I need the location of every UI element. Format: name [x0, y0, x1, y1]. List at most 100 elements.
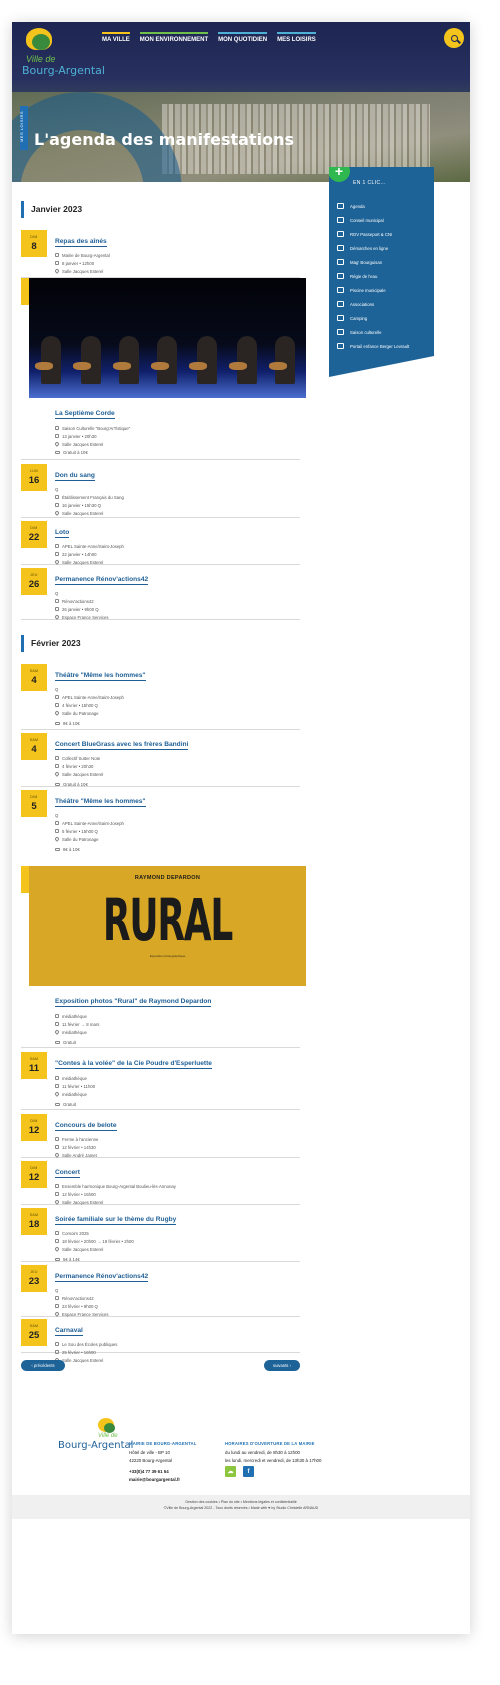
event-place: Salle Jacques Esterel: [54, 509, 300, 517]
event-title-link[interactable]: Permanence Rénov'actions42: [55, 576, 149, 585]
event-title-link[interactable]: Concert: [55, 1169, 80, 1178]
event-title-link[interactable]: Carnaval: [55, 1327, 83, 1336]
event-price: Gratuit: [55, 1038, 300, 1046]
guitar-figure: [73, 362, 91, 370]
nav-ma-ville[interactable]: MA VILLE: [102, 32, 130, 43]
calendar-icon: [55, 1304, 59, 1308]
quick-item-agenda[interactable]: Agenda: [337, 199, 409, 213]
footer-phone[interactable]: +33(0)4 77 39 61 54: [129, 1468, 197, 1477]
event-title-link[interactable]: Exposition photos "Rural" de Raymond Dep…: [55, 998, 212, 1007]
event-title-link[interactable]: Concours de belote: [55, 1122, 117, 1131]
footer-logo[interactable]: Ville de Bourg-Argental: [58, 1418, 133, 1468]
date-badge: SAM 25: [21, 1319, 47, 1346]
event-line-extra: Q: [55, 485, 300, 493]
event-place: Salle Jacques Esterel: [54, 267, 300, 275]
event-body: Concert Ensemble harmonique Bourg-Argent…: [54, 1161, 300, 1206]
month-label: Janvier 2023: [31, 204, 83, 214]
quick-item-demarches[interactable]: Démarches en ligne: [337, 241, 409, 255]
search-button[interactable]: [444, 28, 464, 48]
quick-access-list: Agenda Conseil municipal RDV Passeport &…: [337, 199, 409, 353]
nav-mon-quotidien[interactable]: MON QUOTIDIEN: [218, 32, 268, 43]
event-title-link[interactable]: Permanence Rénov'actions42: [55, 1273, 149, 1282]
quick-item-saison[interactable]: Saison culturelle: [337, 325, 409, 339]
event-line: Salle Jacques Esterel: [62, 559, 104, 565]
footer-email[interactable]: mairie@bourgargental.fr: [129, 1476, 197, 1485]
event-card: DIM 22 Loto APEL Sainte-Anne/Saint-Joseph…: [21, 521, 300, 565]
date-badge: DIM 12: [21, 1114, 47, 1141]
event-price: Gratuit à 10€: [55, 448, 300, 456]
quick-item-label: Camping: [350, 315, 368, 321]
quick-item-camping[interactable]: Camping: [337, 311, 409, 325]
quick-item-portail[interactable]: Portail enfance Berger Levrault: [337, 339, 409, 353]
quick-item-mag[interactable]: Mag' Bourguisan: [337, 255, 409, 269]
event-line: Gratuit: [63, 1039, 76, 1045]
event-line: APEL Sainte-Anne/Saint-Joseph: [62, 820, 124, 826]
date-day: 23: [28, 1276, 40, 1287]
event-line: Salle Jacques Esterel: [62, 1357, 104, 1363]
event-title-link[interactable]: Théâtre "Même les hommes": [55, 672, 146, 681]
event-date: 5 février • 15h00 Q: [55, 827, 300, 835]
quick-item-piscine[interactable]: Piscine municipale: [337, 283, 409, 297]
event-body: Concours de belote Ferme à l'ancienne 12…: [54, 1114, 300, 1159]
pager-previous-button[interactable]: ‹ précédents: [21, 1360, 65, 1371]
tent-icon: [337, 315, 344, 321]
event-line: Saison Culturelle "Bourg'ArTistique": [62, 425, 131, 431]
person-icon: [55, 821, 59, 825]
id-card-icon: [337, 231, 344, 237]
event-title-link[interactable]: Loto: [55, 529, 70, 538]
event-price: 8€ à 10€: [55, 845, 300, 853]
quick-item-label: Piscine municipale: [350, 287, 386, 293]
date-day: 18: [28, 1219, 40, 1230]
location-icon: [54, 771, 60, 777]
date-badge: SAM 11: [21, 1052, 47, 1079]
cloud-icon[interactable]: ☁: [225, 1466, 236, 1477]
event-line: 8€ à 10€: [63, 846, 80, 852]
footer-copyright: ©Ville de Bourg-Argental 2022 - Tous dro…: [163, 1506, 319, 1510]
quick-item-conseil[interactable]: Conseil municipal: [337, 213, 409, 227]
event-title-link[interactable]: Soirée familiale sur le thème du Rugby: [55, 1216, 177, 1225]
calendar-icon: [55, 703, 59, 707]
event-line: 26 janvier • 9h00 Q: [62, 606, 99, 612]
guitar-figure: [269, 362, 287, 370]
pen-icon: [337, 245, 344, 251]
event-title-link[interactable]: Théâtre "Même les hommes": [55, 798, 146, 807]
location-icon: [54, 614, 60, 620]
location-icon: [54, 268, 60, 274]
person-icon: [55, 495, 59, 499]
event-title-link[interactable]: Repas des aînés: [55, 238, 107, 247]
location-icon: [54, 836, 60, 842]
nav-mon-environnement[interactable]: MON ENVIRONNEMENT: [139, 32, 209, 43]
month-bar: [21, 200, 24, 218]
person-icon: [55, 1137, 59, 1141]
council-icon: [337, 217, 344, 223]
nav-mes-loisirs[interactable]: MES LOISIRS: [277, 32, 316, 43]
site-logo[interactable]: Ville de Bourg-Argental: [18, 24, 110, 77]
event-place: Salle du Patronage: [54, 709, 300, 717]
quick-item-associations[interactable]: Associations: [337, 297, 409, 311]
date-badge: SAM 4: [21, 664, 47, 691]
poster-author: RAYMOND DEPARDON: [134, 875, 201, 881]
event-title-link[interactable]: Concert BlueGrass avec les frères Bandin…: [55, 741, 189, 750]
event-title-link[interactable]: La Septième Corde: [55, 410, 115, 419]
date-dow: DIM: [30, 1119, 38, 1123]
event-title-link[interactable]: "Contes à la volée" de la Cie Poudre d'E…: [55, 1060, 212, 1069]
location-icon: [54, 1091, 60, 1097]
event-title-link[interactable]: Don du sang: [55, 472, 95, 481]
facebook-icon[interactable]: f: [243, 1466, 254, 1477]
event-line: Q: [55, 686, 59, 692]
date-dow: SAM: [29, 1057, 39, 1061]
logo-leaf-icon: [104, 1423, 115, 1433]
date-dow: JEU: [30, 573, 38, 577]
musician-figure: [237, 336, 257, 384]
event-poster-rural[interactable]: RAYMOND DEPARDON RURAL Exposition photog…: [29, 866, 306, 986]
event-card: SAM 4 Concert BlueGrass avec les frères B…: [21, 733, 300, 787]
quick-item-eau[interactable]: Régie de l'eau: [337, 269, 409, 283]
ticket-icon: [55, 1040, 60, 1044]
guitar-figure: [151, 362, 169, 370]
event-photo-musicians[interactable]: [29, 278, 306, 398]
quick-item-passeport[interactable]: RDV Passeport & CNI: [337, 227, 409, 241]
footer-logo-name: Bourg-Argental: [58, 1440, 134, 1451]
event-price: Gratuit à 10€: [55, 780, 300, 788]
event-line: Rénov'actions42: [62, 598, 94, 604]
pager-next-button[interactable]: suivants ›: [264, 1360, 300, 1371]
